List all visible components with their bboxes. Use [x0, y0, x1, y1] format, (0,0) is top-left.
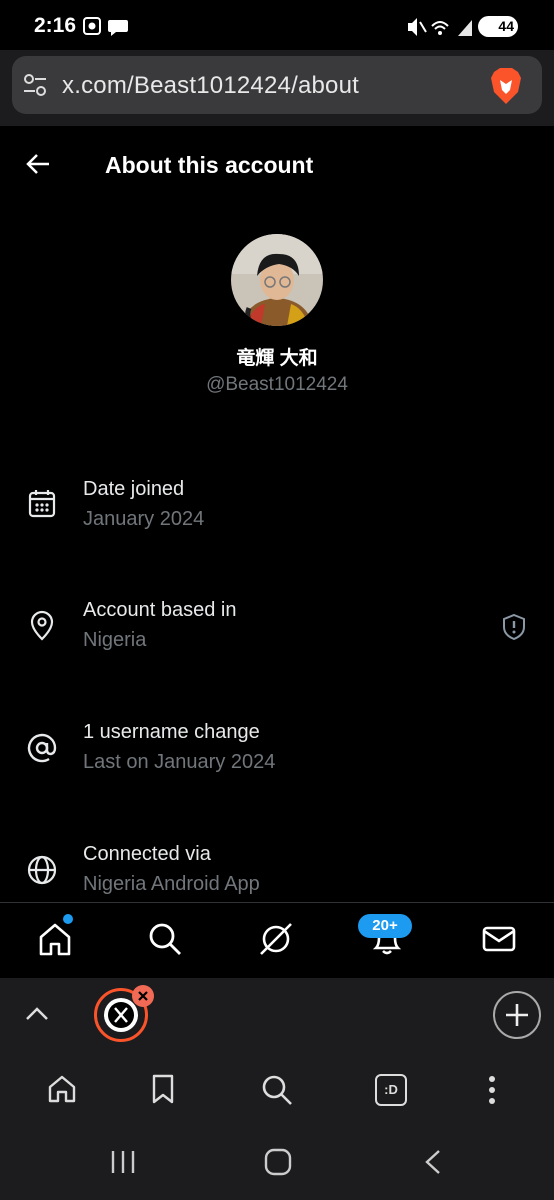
grok-icon[interactable]: [257, 920, 295, 958]
shield-alert-icon[interactable]: [501, 613, 527, 641]
row-subtitle: Nigeria Android App: [83, 873, 260, 895]
tab-switcher-button[interactable]: :D: [375, 1074, 407, 1106]
location-pin-icon: [30, 610, 54, 641]
home-icon[interactable]: [36, 920, 74, 958]
home-unread-dot: [63, 914, 73, 924]
row-title: Date joined: [83, 478, 185, 500]
globe-icon: [27, 855, 57, 885]
bookmark-icon[interactable]: [148, 1073, 178, 1105]
status-signal-icons: [408, 18, 472, 36]
page-title: About this account: [105, 152, 314, 178]
system-home-icon[interactable]: [263, 1147, 293, 1177]
back-arrow-icon[interactable]: [24, 150, 52, 178]
close-icon: [138, 991, 148, 1001]
user-handle: @Beast1012424: [206, 374, 348, 395]
row-title: 1 username change: [83, 721, 260, 743]
browser-home-icon[interactable]: [46, 1073, 78, 1105]
status-time: 2:16: [34, 14, 77, 37]
search-icon[interactable]: [146, 920, 184, 958]
battery-indicator: 44: [478, 16, 518, 37]
notification-count-badge: 20+: [358, 914, 412, 938]
brave-shields-icon[interactable]: [488, 66, 524, 106]
row-title: Connected via: [83, 843, 211, 865]
chevron-up-icon[interactable]: [24, 1003, 50, 1023]
battery-level: 44: [498, 18, 514, 34]
plus-icon: [506, 1004, 528, 1026]
row-subtitle: January 2024: [83, 508, 205, 530]
avatar[interactable]: [231, 234, 323, 326]
row-subtitle: Nigeria: [83, 629, 147, 651]
more-options-icon[interactable]: [482, 1074, 502, 1106]
calendar-icon: [28, 490, 56, 518]
row-title: Account based in: [83, 599, 237, 621]
browser-search-icon[interactable]: [260, 1073, 294, 1107]
status-notification-icons: [83, 17, 128, 36]
tab-switcher-label: :D: [384, 1082, 398, 1097]
close-tab-button[interactable]: [132, 985, 154, 1007]
url-text[interactable]: x.com/Beast1012424/about: [62, 72, 359, 100]
at-sign-icon: [27, 733, 57, 763]
row-subtitle: Last on January 2024: [83, 751, 276, 773]
site-settings-icon[interactable]: [22, 72, 48, 98]
tab-strip: [0, 978, 554, 1050]
system-back-icon[interactable]: [422, 1148, 444, 1176]
new-tab-button[interactable]: [493, 991, 541, 1039]
messages-icon[interactable]: [480, 920, 518, 958]
display-name: 竜輝 大和: [236, 348, 318, 369]
recent-apps-icon[interactable]: [108, 1148, 138, 1176]
